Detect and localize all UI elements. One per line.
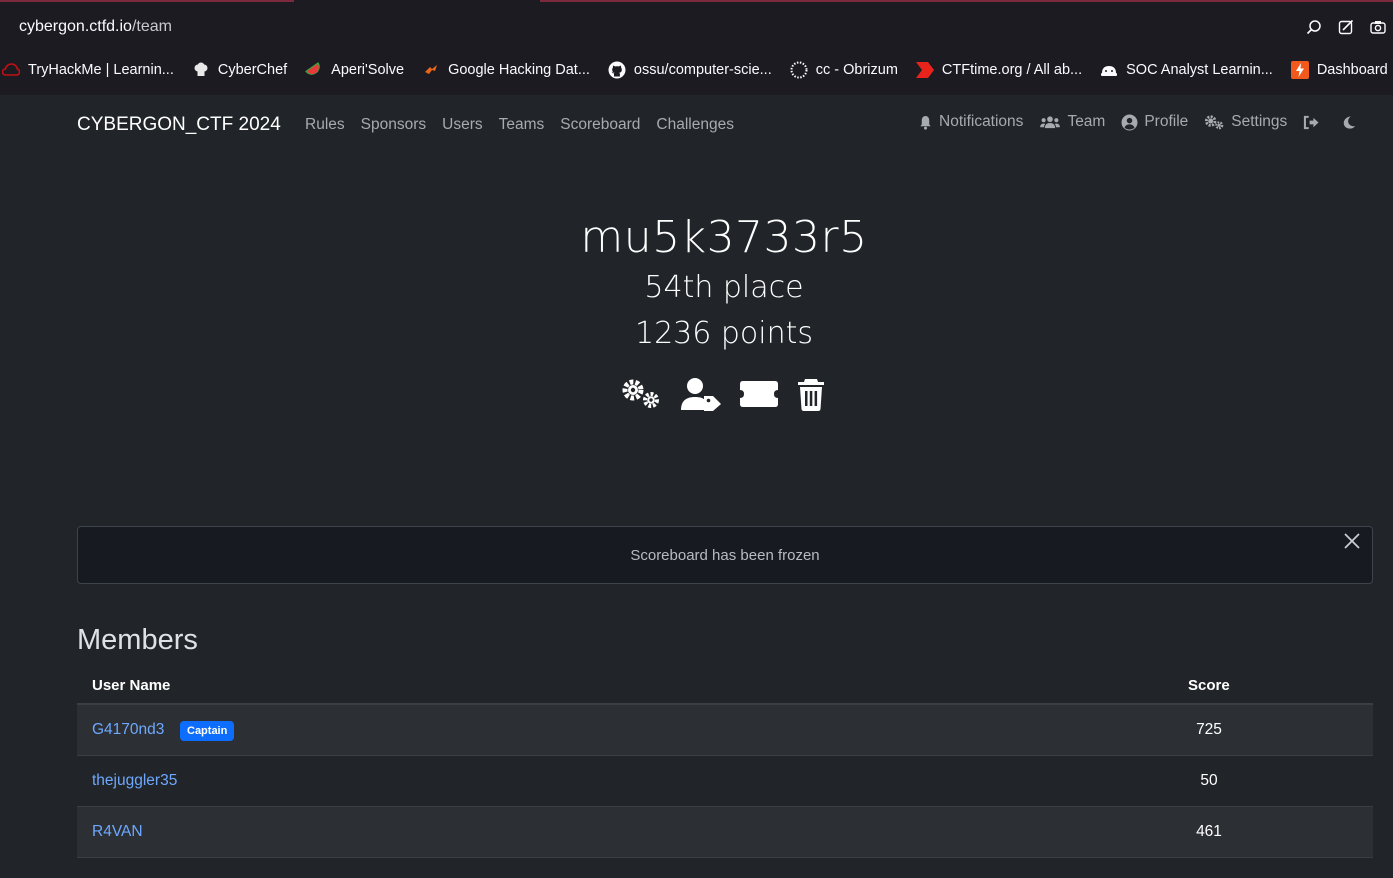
team-place: 54th place: [644, 270, 804, 305]
bookmark-label: CTFtime.org / All ab...: [941, 62, 1083, 78]
bookmark-label: SOC Analyst Learnin...: [1126, 62, 1273, 78]
sign-out-icon: [1304, 115, 1319, 129]
captain-badge: Captain: [180, 721, 235, 741]
bookmark-item[interactable]: cc - Obrizum: [790, 61, 898, 79]
bookmark-item[interactable]: Aperi'Solve: [305, 61, 404, 79]
bookmark-item[interactable]: TryHackMe | Learnin...: [2, 61, 174, 79]
nav-profile[interactable]: Profile: [1121, 113, 1188, 131]
dashboard-bolt-icon: [1290, 61, 1309, 79]
team-delete-button[interactable]: [796, 377, 826, 411]
bookmark-label: TryHackMe | Learnin...: [28, 62, 174, 78]
member-score: 50: [1200, 772, 1218, 789]
bookmark-item[interactable]: CTFtime.org / All ab...: [915, 61, 1083, 79]
column-score: Score: [1188, 677, 1230, 694]
nav-logout[interactable]: [1303, 115, 1326, 130]
site-navbar: CYBERGON_CTF 2024 Rules Sponsors Users T…: [0, 95, 1393, 155]
nav-user-links: Notifications Team Profile Settings: [918, 113, 1378, 131]
edit-icon[interactable]: [1337, 18, 1355, 36]
scoreboard-frozen-alert: Scoreboard has been frozen: [77, 526, 1373, 584]
bell-icon: [920, 115, 931, 130]
ctftime-flag-icon: [915, 61, 934, 79]
member-score: 725: [1196, 721, 1222, 738]
team-points: 1236 points: [634, 316, 814, 351]
nav-team[interactable]: Team: [1039, 113, 1105, 131]
url-path: /team: [131, 18, 172, 35]
members-table: User Name Score G4170nd3 Captain 725 the…: [77, 666, 1373, 858]
table-row: G4170nd3 Captain 725: [77, 705, 1373, 756]
bookmark-label: ossu/computer-scie...: [633, 62, 772, 78]
member-name-link[interactable]: thejuggler35: [92, 772, 177, 790]
bookmark-label: Google Hacking Dat...: [448, 62, 590, 78]
nav-sponsors[interactable]: Sponsors: [361, 116, 426, 134]
moon-icon: [1344, 115, 1356, 129]
team-actions: [620, 377, 826, 411]
tab-accent: [0, 0, 294, 2]
bookmark-item[interactable]: CyberChef: [192, 61, 287, 79]
alert-text: Scoreboard has been frozen: [630, 547, 820, 564]
table-row: thejuggler35 50: [77, 756, 1373, 807]
trash-icon: [798, 379, 824, 411]
user-circle-icon: [1121, 114, 1138, 130]
nav-settings-label: Settings: [1231, 113, 1288, 130]
user-tag-icon: [681, 378, 721, 411]
members-heading: Members: [77, 624, 198, 656]
bookmark-item[interactable]: SOC Analyst Learnin...: [1100, 61, 1273, 79]
table-header: User Name Score: [77, 666, 1373, 705]
url-bar[interactable]: cybergon.ctfd.io/team: [19, 18, 172, 36]
bookmark-item[interactable]: Dashboard: [1290, 61, 1388, 79]
bookmark-label: CyberChef: [217, 62, 288, 78]
alert-close-button[interactable]: [1342, 531, 1362, 551]
github-icon: [608, 61, 626, 79]
nav-links: Rules Sponsors Users Teams Scoreboard Ch…: [305, 116, 734, 134]
table-row: R4VAN 461: [77, 807, 1373, 858]
nav-challenges[interactable]: Challenges: [656, 116, 734, 134]
nav-theme-toggle[interactable]: [1342, 115, 1362, 130]
nav-profile-label: Profile: [1144, 113, 1189, 130]
bookmarks-bar: TryHackMe | Learnin... CyberChef Aperi'Sol…: [0, 58, 1393, 82]
page-search-icon[interactable]: [1305, 18, 1323, 36]
nav-team-label: Team: [1067, 113, 1106, 130]
member-score: 461: [1196, 823, 1222, 840]
nav-settings[interactable]: Settings: [1204, 113, 1287, 131]
nav-teams[interactable]: Teams: [499, 116, 545, 134]
bookmark-item[interactable]: ossu/computer-scie...: [608, 61, 772, 79]
team-settings-button[interactable]: [620, 377, 662, 411]
dotted-circle-icon: [790, 61, 808, 79]
nav-scoreboard[interactable]: Scoreboard: [560, 116, 640, 134]
chef-hat-icon: [192, 61, 210, 79]
url-host: cybergon.ctfd.io: [19, 18, 132, 35]
cogs-icon: [622, 379, 659, 408]
member-name-link[interactable]: G4170nd3: [92, 721, 164, 739]
nav-users[interactable]: Users: [442, 116, 482, 134]
tryhackme-icon: [2, 61, 20, 79]
ticket-icon: [740, 381, 778, 407]
users-icon: [1040, 115, 1061, 128]
close-icon: [1344, 533, 1360, 549]
browser-chrome: cybergon.ctfd.io/team TryHackMe | Learni…: [0, 0, 1393, 95]
member-name-link[interactable]: R4VAN: [92, 823, 143, 841]
bookmark-label: Aperi'Solve: [331, 62, 405, 78]
team-captain-button[interactable]: [680, 377, 722, 411]
team-invite-button[interactable]: [740, 381, 778, 407]
soc-icon: [1100, 61, 1118, 79]
bookmark-item[interactable]: Google Hacking Dat...: [422, 61, 590, 79]
screenshot-icon[interactable]: [1369, 18, 1387, 36]
nav-rules[interactable]: Rules: [305, 116, 345, 134]
bookmark-label: Dashboard: [1316, 62, 1388, 78]
team-name: mu5k3733r5: [580, 212, 868, 263]
column-user-name: User Name: [92, 677, 171, 694]
watermelon-icon: [305, 61, 323, 79]
bookmark-label: cc - Obrizum: [815, 62, 898, 78]
site-brand[interactable]: CYBERGON_CTF 2024: [77, 114, 281, 136]
nav-notifications[interactable]: Notifications: [918, 113, 1023, 131]
tab-accent: [540, 0, 1393, 2]
nav-notifications-label: Notifications: [939, 113, 1024, 130]
exploit-db-icon: [422, 61, 440, 79]
cogs-icon: [1205, 115, 1224, 130]
browser-actions: [1305, 18, 1387, 36]
